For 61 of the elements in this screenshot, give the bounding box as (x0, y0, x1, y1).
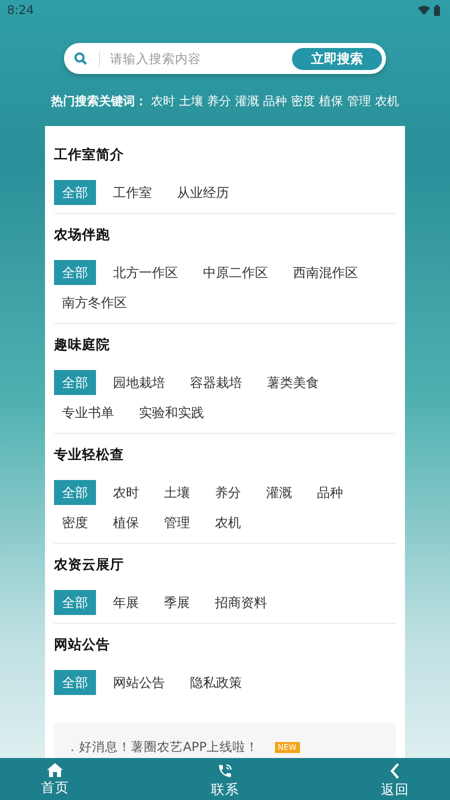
category-tab[interactable]: 工作室 (105, 180, 160, 205)
section-title: 专业轻松查 (54, 446, 125, 464)
category-tab[interactable]: 养分 (207, 480, 249, 505)
category-tab[interactable]: 全部 (54, 480, 96, 505)
category-tab[interactable]: 隐私政策 (182, 670, 250, 695)
category-tab[interactable]: 容器栽培 (182, 370, 250, 395)
keyword-link[interactable]: 农时 (151, 93, 175, 110)
category-tab[interactable]: 季展 (156, 590, 198, 615)
category-tab[interactable]: 全部 (54, 370, 96, 395)
new-badge: NEW (274, 742, 300, 753)
category-tab[interactable]: 全部 (54, 590, 96, 615)
back-icon (389, 763, 401, 779)
phone-icon (217, 763, 233, 779)
wifi-icon (418, 5, 430, 15)
category-tab[interactable]: 南方冬作区 (54, 290, 135, 315)
hot-keywords-label: 热门搜索关键词： (51, 93, 147, 110)
search-icon (74, 52, 87, 65)
category-tab[interactable]: 从业经历 (169, 180, 237, 205)
section-title: 趣味庭院 (54, 336, 111, 354)
category-tab[interactable]: 全部 (54, 260, 96, 285)
category-tab[interactable]: 全部 (54, 670, 96, 695)
keyword-link[interactable]: 管理 (347, 93, 371, 110)
category-tab[interactable]: 专业书单 (54, 400, 122, 425)
keyword-link[interactable]: 植保 (319, 93, 343, 110)
notice-text[interactable]: ．好消息！薯圈农艺APP上线啦！ (66, 739, 259, 756)
category-tab[interactable]: 农机 (207, 510, 249, 535)
keyword-link[interactable]: 农机 (375, 93, 399, 110)
search-button[interactable]: 立即搜索 (292, 48, 382, 70)
battery-icon (434, 4, 440, 16)
category-tab[interactable]: 土壤 (156, 480, 198, 505)
keyword-link[interactable]: 灌溉 (235, 93, 259, 110)
home-icon (47, 763, 63, 777)
category-tab[interactable]: 品种 (309, 480, 351, 505)
category-tab[interactable]: 招商资料 (207, 590, 275, 615)
category-tab[interactable]: 园地栽培 (105, 370, 173, 395)
section-title: 网站公告 (54, 636, 111, 654)
search-bar[interactable]: 请输入搜索内容 立即搜索 (64, 43, 386, 74)
category-tab[interactable]: 中原二作区 (195, 260, 276, 285)
nav-button[interactable]: 返回 (360, 758, 430, 800)
section-title: 农资云展厅 (54, 556, 125, 574)
keyword-link[interactable]: 土壤 (179, 93, 203, 110)
nav-button[interactable]: 首页 (20, 758, 90, 800)
keyword-link[interactable]: 密度 (291, 93, 315, 110)
keyword-link[interactable]: 品种 (263, 93, 287, 110)
category-tab[interactable]: 植保 (105, 510, 147, 535)
section-title: 农场伴跑 (54, 226, 111, 244)
status-time: 8:24 (7, 3, 34, 17)
section-title: 工作室简介 (54, 146, 125, 164)
category-tab[interactable]: 薯类美食 (259, 370, 327, 395)
category-tab[interactable]: 实验和实践 (131, 400, 212, 425)
nav-button[interactable]: 联系 (190, 758, 260, 800)
category-tab[interactable]: 网站公告 (105, 670, 173, 695)
category-tab[interactable]: 全部 (54, 180, 96, 205)
category-tab[interactable]: 灌溉 (258, 480, 300, 505)
category-tab[interactable]: 管理 (156, 510, 198, 535)
category-tab[interactable]: 西南混作区 (285, 260, 366, 285)
category-tab[interactable]: 密度 (54, 510, 96, 535)
category-tab[interactable]: 年展 (105, 590, 147, 615)
keyword-link[interactable]: 养分 (207, 93, 231, 110)
category-tab[interactable]: 农时 (105, 480, 147, 505)
category-tab[interactable]: 北方一作区 (105, 260, 186, 285)
